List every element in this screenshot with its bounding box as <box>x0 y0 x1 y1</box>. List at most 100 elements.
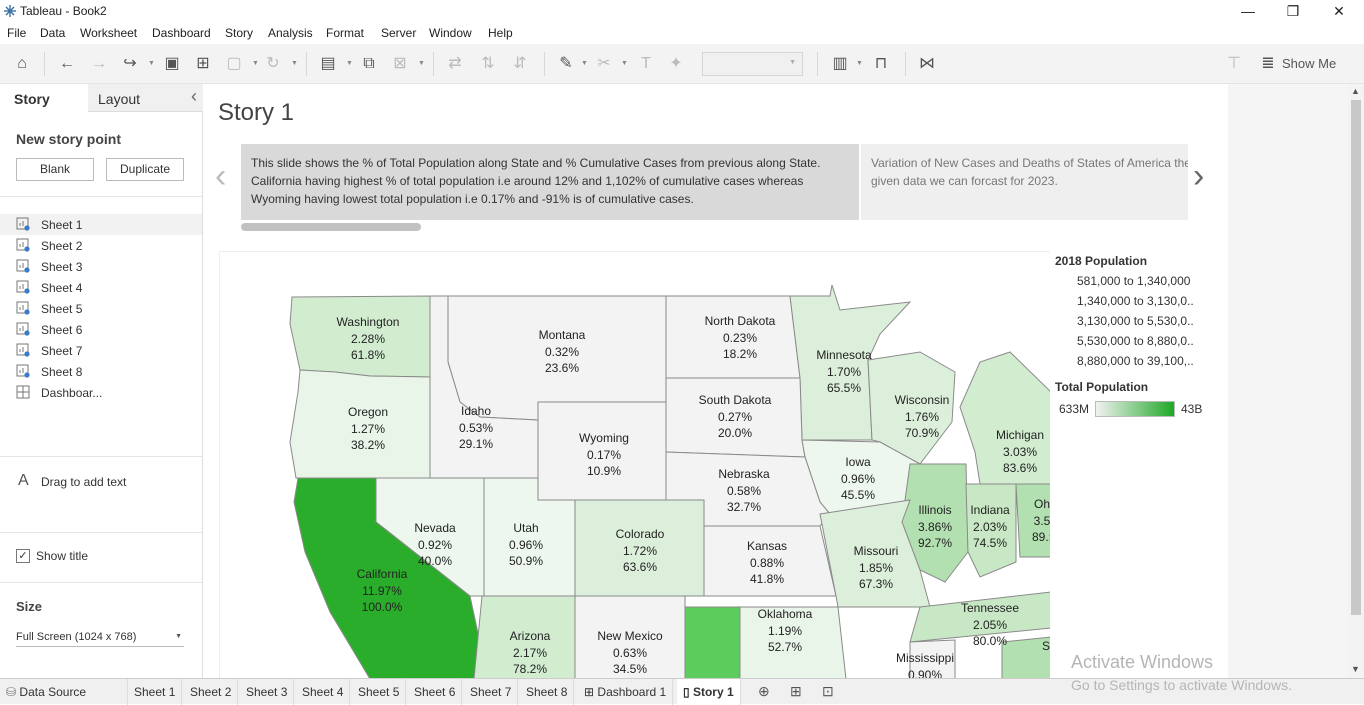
tab-sheet-4[interactable]: Sheet 4 <box>296 679 351 705</box>
next-story-point-arrow[interactable]: › <box>1193 159 1204 193</box>
save-icon[interactable]: ▣ <box>162 54 182 74</box>
sheet-list-item[interactable]: Sheet 5 <box>0 298 202 319</box>
caption-scrollbar-thumb[interactable] <box>241 223 421 231</box>
duplicate-sheet-icon[interactable]: ⧉ <box>359 54 379 74</box>
swap-icon[interactable]: ⇄ <box>445 54 465 74</box>
chevron-down-icon[interactable]: ▼ <box>856 60 863 67</box>
us-map[interactable]: Washington 2.28% 61.8% Montana 0.32% 23.6% Nor… <box>219 251 1050 678</box>
tab-data-source[interactable]: ⛁ Data Source <box>0 679 128 705</box>
tab-layout[interactable]: Layout ‹ <box>88 84 203 111</box>
menu-format[interactable]: Format <box>326 26 364 40</box>
replay-icon[interactable]: ↪ <box>120 54 140 74</box>
menu-worksheet[interactable]: Worksheet <box>80 26 137 40</box>
scroll-down-icon[interactable]: ▼ <box>1351 664 1360 674</box>
dashboard-list-item[interactable]: Dashboar... <box>0 382 202 403</box>
prev-story-point-arrow[interactable]: ‹ <box>215 159 226 193</box>
sheet-list-item[interactable]: Sheet 8 <box>0 361 202 382</box>
menu-story[interactable]: Story <box>225 26 253 40</box>
population-range[interactable]: 581,000 to 1,340,000 <box>1077 274 1190 288</box>
tab-dashboard-1[interactable]: ⊞ Dashboard 1 <box>578 679 674 705</box>
menu-window[interactable]: Window <box>429 26 472 40</box>
size-dropdown[interactable]: Full Screen (1024 x 768) ▼ <box>16 629 184 647</box>
state-name: Colorado <box>615 527 665 541</box>
menu-analysis[interactable]: Analysis <box>268 26 313 40</box>
sort-ascending-icon[interactable]: ⇅ <box>478 54 498 74</box>
show-cards-icon[interactable]: ▥ <box>830 54 850 74</box>
menu-dashboard[interactable]: Dashboard <box>152 26 211 40</box>
new-dashboard-tab-icon[interactable]: ⊞ <box>790 683 802 700</box>
chevron-down-icon[interactable]: ▼ <box>621 60 628 67</box>
new-worksheet-tab-icon[interactable]: ⊕ <box>758 683 770 700</box>
worksheet-icon <box>16 217 30 231</box>
chevron-down-icon[interactable]: ▼ <box>346 60 353 67</box>
scroll-up-icon[interactable]: ▲ <box>1351 86 1360 96</box>
chevron-down-icon[interactable]: ▼ <box>581 60 588 67</box>
pause-updates-icon[interactable]: ▢ <box>224 54 244 74</box>
vertical-scrollbar[interactable]: ▲ ▼ <box>1348 84 1364 678</box>
tab-sheet-1[interactable]: Sheet 1 <box>128 679 183 705</box>
show-title-checkbox[interactable]: ✓ <box>16 549 30 563</box>
sort-descending-icon[interactable]: ⇵ <box>510 54 530 74</box>
menu-help[interactable]: Help <box>488 26 513 40</box>
state-label: Wisconsin 1.76% 70.9% <box>872 392 972 442</box>
caption-next[interactable]: Variation of New Cases and Deaths of Sta… <box>861 144 1188 220</box>
color-gradient-bar <box>1095 401 1175 417</box>
population-range[interactable]: 3,130,000 to 5,530,0.. <box>1077 314 1194 328</box>
sheet-list-item[interactable]: Sheet 2 <box>0 235 202 256</box>
restore-button[interactable]: ❐ <box>1270 0 1316 22</box>
sheet-list-item[interactable]: Sheet 7 <box>0 340 202 361</box>
group-icon[interactable]: ✂ <box>594 54 614 74</box>
sheet-list-item[interactable]: Sheet 1 <box>0 214 202 235</box>
new-story-tab-icon[interactable]: ⊡ <box>822 683 834 700</box>
population-range[interactable]: 1,340,000 to 3,130,0.. <box>1077 294 1194 308</box>
divider <box>0 532 203 533</box>
close-button[interactable]: ✕ <box>1316 0 1362 22</box>
blank-button[interactable]: Blank <box>16 158 94 181</box>
tab-story-1[interactable]: ▯ Story 1 <box>677 679 741 705</box>
show-me-icon[interactable]: ≣ <box>1258 54 1278 74</box>
population-range[interactable]: 5,530,000 to 8,880,0.. <box>1077 334 1194 348</box>
chevron-down-icon[interactable]: ▼ <box>148 60 155 67</box>
caption-active[interactable]: This slide shows the % of Total Populati… <box>241 144 859 220</box>
state-population-percent: 0.88% <box>749 555 785 570</box>
sheet-list-item[interactable]: Sheet 4 <box>0 277 202 298</box>
new-worksheet-icon[interactable]: ▤ <box>318 54 338 74</box>
chevron-down-icon[interactable]: ▼ <box>252 60 259 67</box>
tab-story[interactable]: Story <box>0 84 88 112</box>
new-datasource-icon[interactable]: ⊞ <box>193 54 213 74</box>
share-icon[interactable]: ⋈ <box>917 54 937 74</box>
chevron-down-icon[interactable]: ▼ <box>418 60 425 67</box>
menu-data[interactable]: Data <box>40 26 65 40</box>
drag-to-add-text[interactable]: Drag to add text <box>41 475 126 489</box>
minimize-button[interactable]: — <box>1225 0 1271 22</box>
tab-sheet-2[interactable]: Sheet 2 <box>184 679 239 705</box>
redo-icon[interactable]: → <box>89 54 109 74</box>
pin-icon[interactable]: ✦ <box>666 54 686 74</box>
sheet-list-item[interactable]: Sheet 3 <box>0 256 202 277</box>
state-shape[interactable] <box>684 606 741 678</box>
tab-sheet-3[interactable]: Sheet 3 <box>240 679 295 705</box>
refresh-icon[interactable]: ↻ <box>263 54 283 74</box>
labels-icon[interactable]: T <box>636 54 656 74</box>
menu-server[interactable]: Server <box>381 26 416 40</box>
tab-sheet-6[interactable]: Sheet 6 <box>408 679 463 705</box>
presentation-mode-icon[interactable]: ⊓ <box>871 54 891 74</box>
highlight-icon[interactable]: ✎ <box>556 54 576 74</box>
show-me-label[interactable]: Show Me <box>1282 56 1336 71</box>
home-icon[interactable]: ⌂ <box>12 54 32 74</box>
sheet-list-item[interactable]: Sheet 6 <box>0 319 202 340</box>
tab-sheet-8[interactable]: Sheet 8 <box>520 679 575 705</box>
tab-sheet-7[interactable]: Sheet 7 <box>464 679 519 705</box>
menu-file[interactable]: File <box>7 26 26 40</box>
fit-dropdown[interactable]: ▼ <box>702 52 803 76</box>
scrollbar-thumb[interactable] <box>1351 100 1361 615</box>
tab-sheet-5[interactable]: Sheet 5 <box>352 679 407 705</box>
state-label: Oh 3.5 89.: <box>992 496 1050 546</box>
collapse-pane-icon[interactable]: ‹ <box>191 86 197 107</box>
duplicate-button[interactable]: Duplicate <box>106 158 184 181</box>
chevron-down-icon[interactable]: ▼ <box>291 60 298 67</box>
population-range[interactable]: 8,880,000 to 39,100,.. <box>1077 354 1194 368</box>
undo-icon[interactable]: ← <box>57 54 77 74</box>
clear-sheet-icon[interactable]: ⊠ <box>390 54 410 74</box>
format-painter-icon[interactable]: ⊤ <box>1224 54 1244 74</box>
